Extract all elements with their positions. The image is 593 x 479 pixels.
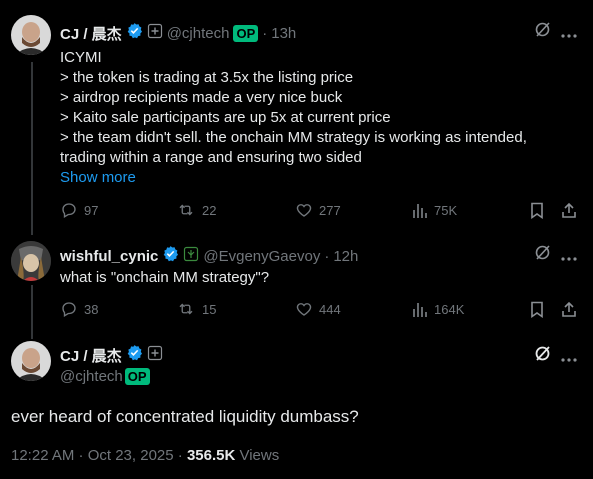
tweet3-header: CJ / 晨杰 [60, 344, 163, 366]
verified-badge-icon [162, 245, 179, 267]
views-icon [412, 300, 428, 318]
separator-dot: · [324, 247, 330, 265]
reply-icon [60, 300, 78, 318]
affiliate-icon[interactable] [147, 23, 163, 44]
tweet-line: > the team didn't sell. the onchain MM s… [60, 129, 527, 146]
timestamp[interactable]: 12:22 AM · Oct 23, 2025 · [11, 447, 187, 464]
views-button[interactable]: 164K [412, 300, 464, 318]
tweet3-meta: 12:22 AM · Oct 23, 2025 · 356.5K Views [11, 447, 279, 464]
avatar-wishful-cynic[interactable] [11, 241, 51, 281]
grok-icon[interactable] [534, 344, 552, 367]
tweet-line: > Kaito sale participants are up 5x at c… [60, 109, 391, 126]
repost-button[interactable]: 22 [176, 201, 216, 219]
views-label: Views [235, 447, 280, 464]
tweet-line: trading within a range and ensuring two … [60, 149, 362, 166]
like-button[interactable]: 444 [295, 300, 341, 318]
op-badge: OP [124, 368, 150, 385]
tweet2-text: what is "onchain MM strategy"? [60, 269, 270, 286]
tweet-line: ICYMI [60, 49, 102, 66]
show-more-link[interactable]: Show more [60, 168, 527, 188]
like-count: 277 [319, 202, 341, 218]
display-name[interactable]: CJ / 晨杰 [60, 345, 122, 366]
display-name[interactable]: wishful_cynic [60, 248, 158, 265]
views-icon [412, 201, 428, 219]
tweet2-header: wishful_cynic @EvgenyGaevoy · 12h [60, 245, 358, 267]
more-icon[interactable] [561, 26, 577, 44]
tweet-line: > airdrop recipients made a very nice bu… [60, 89, 343, 106]
views-count: 164K [434, 301, 465, 317]
affiliate-icon[interactable] [147, 345, 163, 366]
verified-badge-icon [126, 22, 143, 44]
repost-count: 15 [202, 301, 217, 317]
verified-badge-icon [126, 344, 143, 366]
avatar-cj[interactable] [11, 341, 51, 381]
tweet1-body: ICYMI > the token is trading at 3.5x the… [60, 48, 527, 188]
more-icon[interactable] [561, 249, 577, 267]
reply-button[interactable]: 97 [60, 201, 98, 219]
more-icon[interactable] [561, 350, 577, 368]
display-name[interactable]: CJ / 晨杰 [60, 23, 122, 44]
bookmark-icon[interactable] [530, 301, 544, 323]
repost-icon [176, 201, 196, 219]
views-count: 356.5K [186, 447, 236, 464]
like-count: 444 [319, 301, 341, 317]
grok-icon[interactable] [534, 243, 552, 266]
bookmark-icon[interactable] [530, 202, 544, 224]
reply-button[interactable]: 38 [60, 300, 98, 318]
repost-button[interactable]: 15 [176, 300, 216, 318]
avatar-cj[interactable] [11, 15, 51, 55]
views-button[interactable]: 75K [412, 201, 457, 219]
reply-count: 97 [84, 202, 99, 218]
reply-icon [60, 201, 78, 219]
tweet1-header: CJ / 晨杰 @cjhtech OP · 13h [60, 22, 296, 44]
affiliate-icon[interactable] [183, 246, 199, 267]
repost-count: 22 [202, 202, 217, 218]
reply-count: 38 [84, 301, 99, 317]
share-icon[interactable] [561, 202, 577, 224]
tweet-time[interactable]: 12h [333, 248, 358, 265]
tweet-time[interactable]: 13h [271, 25, 296, 42]
separator-dot: · [262, 24, 268, 42]
tweet3-text: ever heard of concentrated liquidity dum… [11, 407, 359, 426]
handle[interactable]: @EvgenyGaevoy [203, 248, 320, 265]
handle[interactable]: @cjhtech [60, 368, 123, 385]
repost-icon [176, 300, 196, 318]
like-icon [295, 300, 313, 318]
like-icon [295, 201, 313, 219]
handle[interactable]: @cjhtech [167, 25, 230, 42]
like-button[interactable]: 277 [295, 201, 341, 219]
op-badge: OP [233, 24, 259, 42]
tweet-line: > the token is trading at 3.5x the listi… [60, 69, 354, 86]
thread-connector-line-2 [31, 285, 33, 339]
grok-icon[interactable] [534, 20, 552, 43]
views-count: 75K [434, 202, 458, 218]
share-icon[interactable] [561, 301, 577, 323]
thread-connector-line [31, 62, 33, 235]
tweet3-handle-row: @cjhtech OP [60, 368, 150, 385]
